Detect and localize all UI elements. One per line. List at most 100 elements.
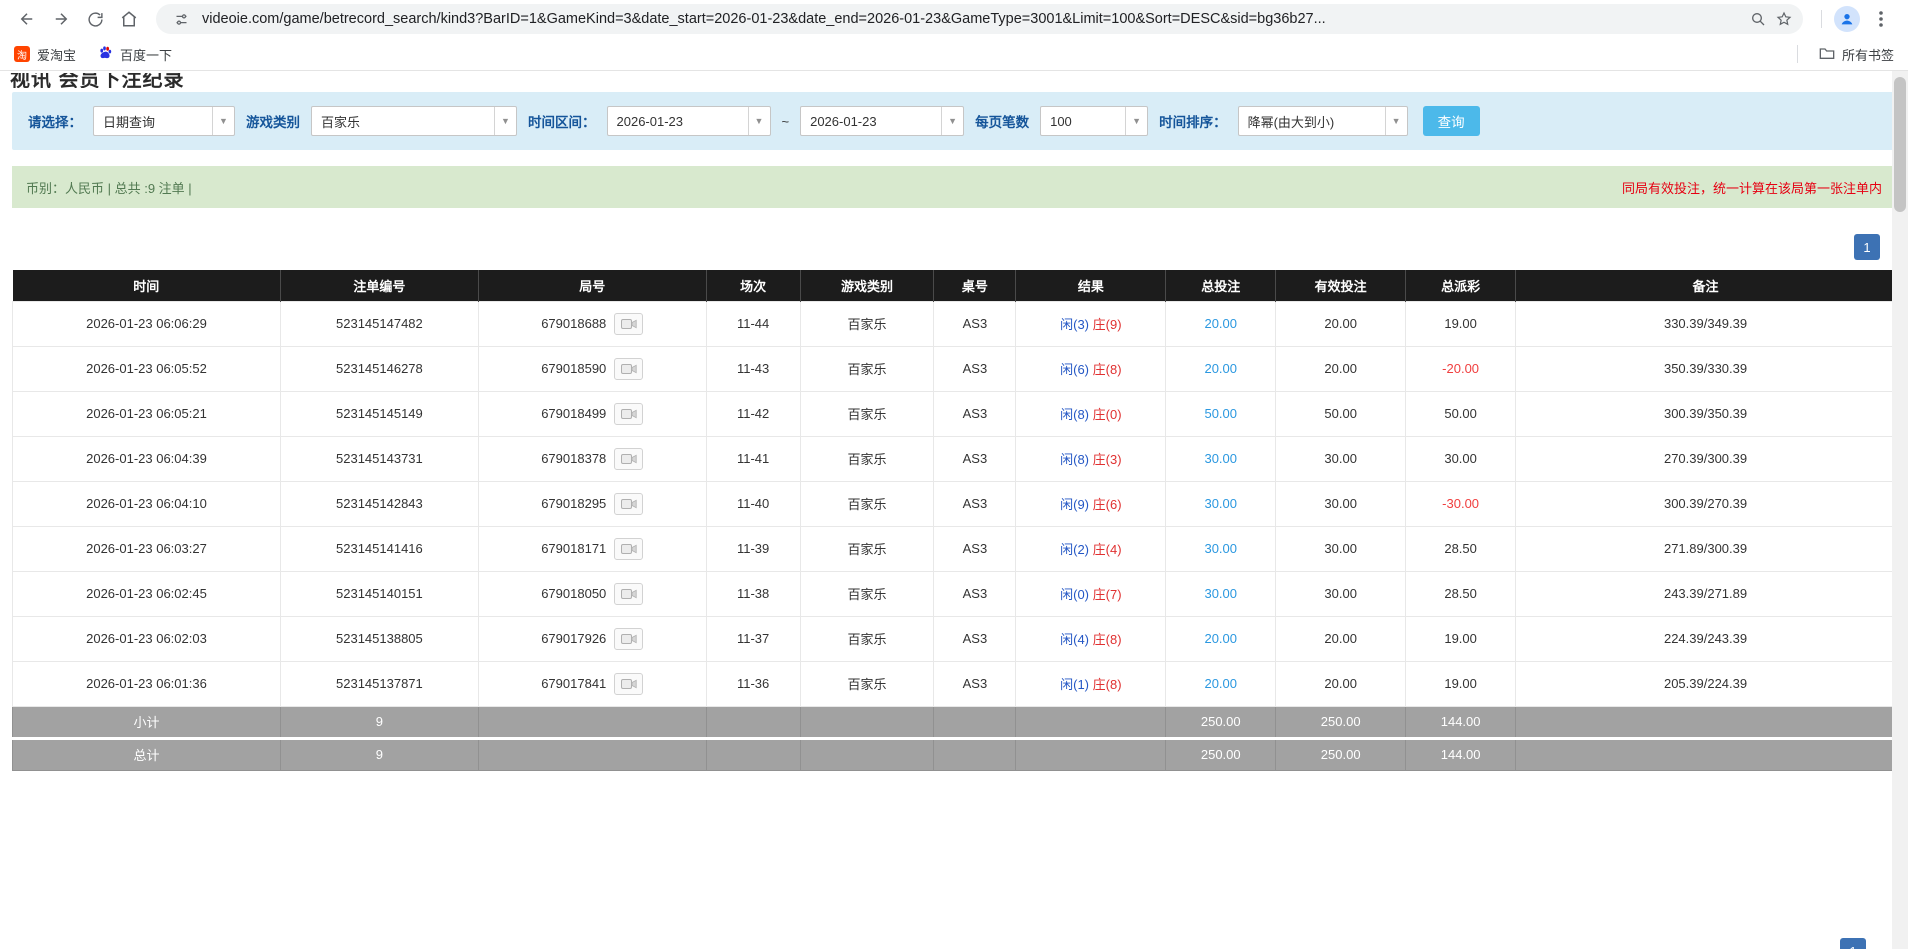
cell-game-type: 百家乐 bbox=[800, 346, 934, 391]
address-bar[interactable]: videoie.com/game/betrecord_search/kind3?… bbox=[156, 4, 1803, 34]
chevron-down-icon[interactable]: ▼ bbox=[212, 107, 234, 135]
bookmark-label: 爱淘宝 bbox=[37, 45, 76, 64]
cell-table-no: AS3 bbox=[934, 391, 1016, 436]
toolbar-divider bbox=[1821, 10, 1822, 28]
page-scrollbar[interactable] bbox=[1892, 71, 1908, 949]
cell-remark: 350.39/330.39 bbox=[1516, 346, 1896, 391]
summary-bar: 币别：人民币 | 总共 :9 注单 | 同局有效投注，统一计算在该局第一张注单内 bbox=[12, 166, 1896, 208]
back-button[interactable] bbox=[12, 4, 42, 34]
column-header: 局号 bbox=[478, 270, 706, 301]
cell-total-bet[interactable]: 30.00 bbox=[1166, 526, 1276, 571]
video-replay-button[interactable] bbox=[614, 673, 643, 695]
site-settings-icon[interactable] bbox=[168, 6, 194, 32]
cell-valid-bet: 20.00 bbox=[1276, 301, 1406, 346]
chevron-down-icon[interactable]: ▼ bbox=[1385, 107, 1407, 135]
bet-records-table: 时间注单编号局号场次游戏类别桌号结果总投注有效投注总派彩备注 2026-01-2… bbox=[12, 270, 1896, 771]
taobao-icon: 淘 bbox=[14, 46, 30, 62]
video-replay-button[interactable] bbox=[614, 493, 643, 515]
cell-total-bet[interactable]: 30.00 bbox=[1166, 481, 1276, 526]
cell-payout: 28.50 bbox=[1406, 526, 1516, 571]
currency-summary: 币别：人民币 | 总共 :9 注单 | bbox=[26, 178, 192, 197]
cell-total-bet[interactable]: 20.00 bbox=[1166, 661, 1276, 706]
date-end-value: 2026-01-23 bbox=[801, 114, 941, 129]
date-end-select[interactable]: 2026-01-23 ▼ bbox=[800, 106, 964, 136]
sort-value: 降幂(由大到小) bbox=[1239, 112, 1385, 131]
table-row: 2026-01-23 06:02:45523145140151679018050… bbox=[13, 571, 1896, 616]
table-row: 2026-01-23 06:01:36523145137871679017841… bbox=[13, 661, 1896, 706]
cell-result: 闲(9) 庄(6) bbox=[1016, 481, 1166, 526]
video-replay-button[interactable] bbox=[614, 313, 643, 335]
zoom-icon[interactable] bbox=[1745, 6, 1771, 32]
query-type-select[interactable]: 日期查询 ▼ bbox=[93, 106, 235, 136]
chevron-down-icon[interactable]: ▼ bbox=[1125, 107, 1147, 135]
video-replay-button[interactable] bbox=[614, 403, 643, 425]
bookmark-star-icon[interactable] bbox=[1771, 6, 1797, 32]
cell-session: 11-38 bbox=[706, 571, 800, 616]
cell-payout: -20.00 bbox=[1406, 346, 1516, 391]
cell-game-type: 百家乐 bbox=[800, 616, 934, 661]
game-type-select[interactable]: 百家乐 ▼ bbox=[311, 106, 517, 136]
bookmark-taobao[interactable]: 淘 爱淘宝 bbox=[14, 45, 76, 64]
cell-payout: 19.00 bbox=[1406, 301, 1516, 346]
cell-valid-bet: 30.00 bbox=[1276, 481, 1406, 526]
cell-game-type: 百家乐 bbox=[800, 391, 934, 436]
home-button[interactable] bbox=[114, 4, 144, 34]
date-start-select[interactable]: 2026-01-23 ▼ bbox=[607, 106, 771, 136]
cell-bet-id: 523145140151 bbox=[280, 571, 478, 616]
reload-button[interactable] bbox=[80, 4, 110, 34]
profile-avatar[interactable] bbox=[1834, 6, 1860, 32]
cell-remark: 271.89/300.39 bbox=[1516, 526, 1896, 571]
cell-payout: 19.00 bbox=[1406, 661, 1516, 706]
cell-session: 11-36 bbox=[706, 661, 800, 706]
cell-round: 679017926 bbox=[478, 616, 706, 661]
footer-total-bet: 250.00 bbox=[1166, 738, 1276, 770]
folder-icon bbox=[1819, 46, 1835, 63]
per-page-value: 100 bbox=[1041, 114, 1125, 129]
per-page-select[interactable]: 100 ▼ bbox=[1040, 106, 1148, 136]
search-button[interactable]: 查询 bbox=[1423, 106, 1480, 136]
bet-table-body: 2026-01-23 06:06:29523145147482679018688… bbox=[13, 301, 1896, 770]
scrollbar-thumb[interactable] bbox=[1894, 77, 1906, 212]
url-text[interactable]: videoie.com/game/betrecord_search/kind3?… bbox=[202, 11, 1735, 27]
video-replay-button[interactable] bbox=[614, 538, 643, 560]
cell-payout: 50.00 bbox=[1406, 391, 1516, 436]
cell-remark: 224.39/243.39 bbox=[1516, 616, 1896, 661]
cell-remark: 270.39/300.39 bbox=[1516, 436, 1896, 481]
cell-total-bet[interactable]: 20.00 bbox=[1166, 301, 1276, 346]
video-replay-button[interactable] bbox=[614, 358, 643, 380]
bookmark-baidu[interactable]: 百度一下 bbox=[98, 45, 172, 64]
cell-valid-bet: 20.00 bbox=[1276, 346, 1406, 391]
cell-bet-id: 523145137871 bbox=[280, 661, 478, 706]
cell-total-bet[interactable]: 30.00 bbox=[1166, 571, 1276, 616]
cell-result: 闲(8) 庄(0) bbox=[1016, 391, 1166, 436]
page-title-clipped: 视讯 会员下注纪录 bbox=[10, 73, 1908, 88]
column-header: 场次 bbox=[706, 270, 800, 301]
footer-label: 小计 bbox=[13, 706, 281, 738]
cell-total-bet[interactable]: 20.00 bbox=[1166, 616, 1276, 661]
pagination-top: 1 bbox=[0, 234, 1880, 260]
cell-result: 闲(8) 庄(3) bbox=[1016, 436, 1166, 481]
page-1-button[interactable]: 1 bbox=[1854, 234, 1880, 260]
cell-session: 11-43 bbox=[706, 346, 800, 391]
video-replay-button[interactable] bbox=[614, 628, 643, 650]
chevron-down-icon[interactable]: ▼ bbox=[748, 107, 770, 135]
cell-result: 闲(1) 庄(8) bbox=[1016, 661, 1166, 706]
sort-select[interactable]: 降幂(由大到小) ▼ bbox=[1238, 106, 1408, 136]
cell-total-bet[interactable]: 20.00 bbox=[1166, 346, 1276, 391]
page-1-button-bottom[interactable]: 1 bbox=[1840, 938, 1866, 949]
video-replay-button[interactable] bbox=[614, 583, 643, 605]
all-bookmarks-button[interactable]: 所有书签 bbox=[1797, 45, 1894, 64]
cell-valid-bet: 20.00 bbox=[1276, 661, 1406, 706]
forward-button[interactable] bbox=[46, 4, 76, 34]
chevron-down-icon[interactable]: ▼ bbox=[941, 107, 963, 135]
cell-total-bet[interactable]: 50.00 bbox=[1166, 391, 1276, 436]
cell-round: 679018295 bbox=[478, 481, 706, 526]
cell-session: 11-44 bbox=[706, 301, 800, 346]
video-replay-button[interactable] bbox=[614, 448, 643, 470]
footer-valid-bet: 250.00 bbox=[1276, 738, 1406, 770]
table-row: 2026-01-23 06:05:52523145146278679018590… bbox=[13, 346, 1896, 391]
chevron-down-icon[interactable]: ▼ bbox=[494, 107, 516, 135]
browser-menu-button[interactable] bbox=[1866, 4, 1896, 34]
cell-total-bet[interactable]: 30.00 bbox=[1166, 436, 1276, 481]
table-row: 2026-01-23 06:03:27523145141416679018171… bbox=[13, 526, 1896, 571]
